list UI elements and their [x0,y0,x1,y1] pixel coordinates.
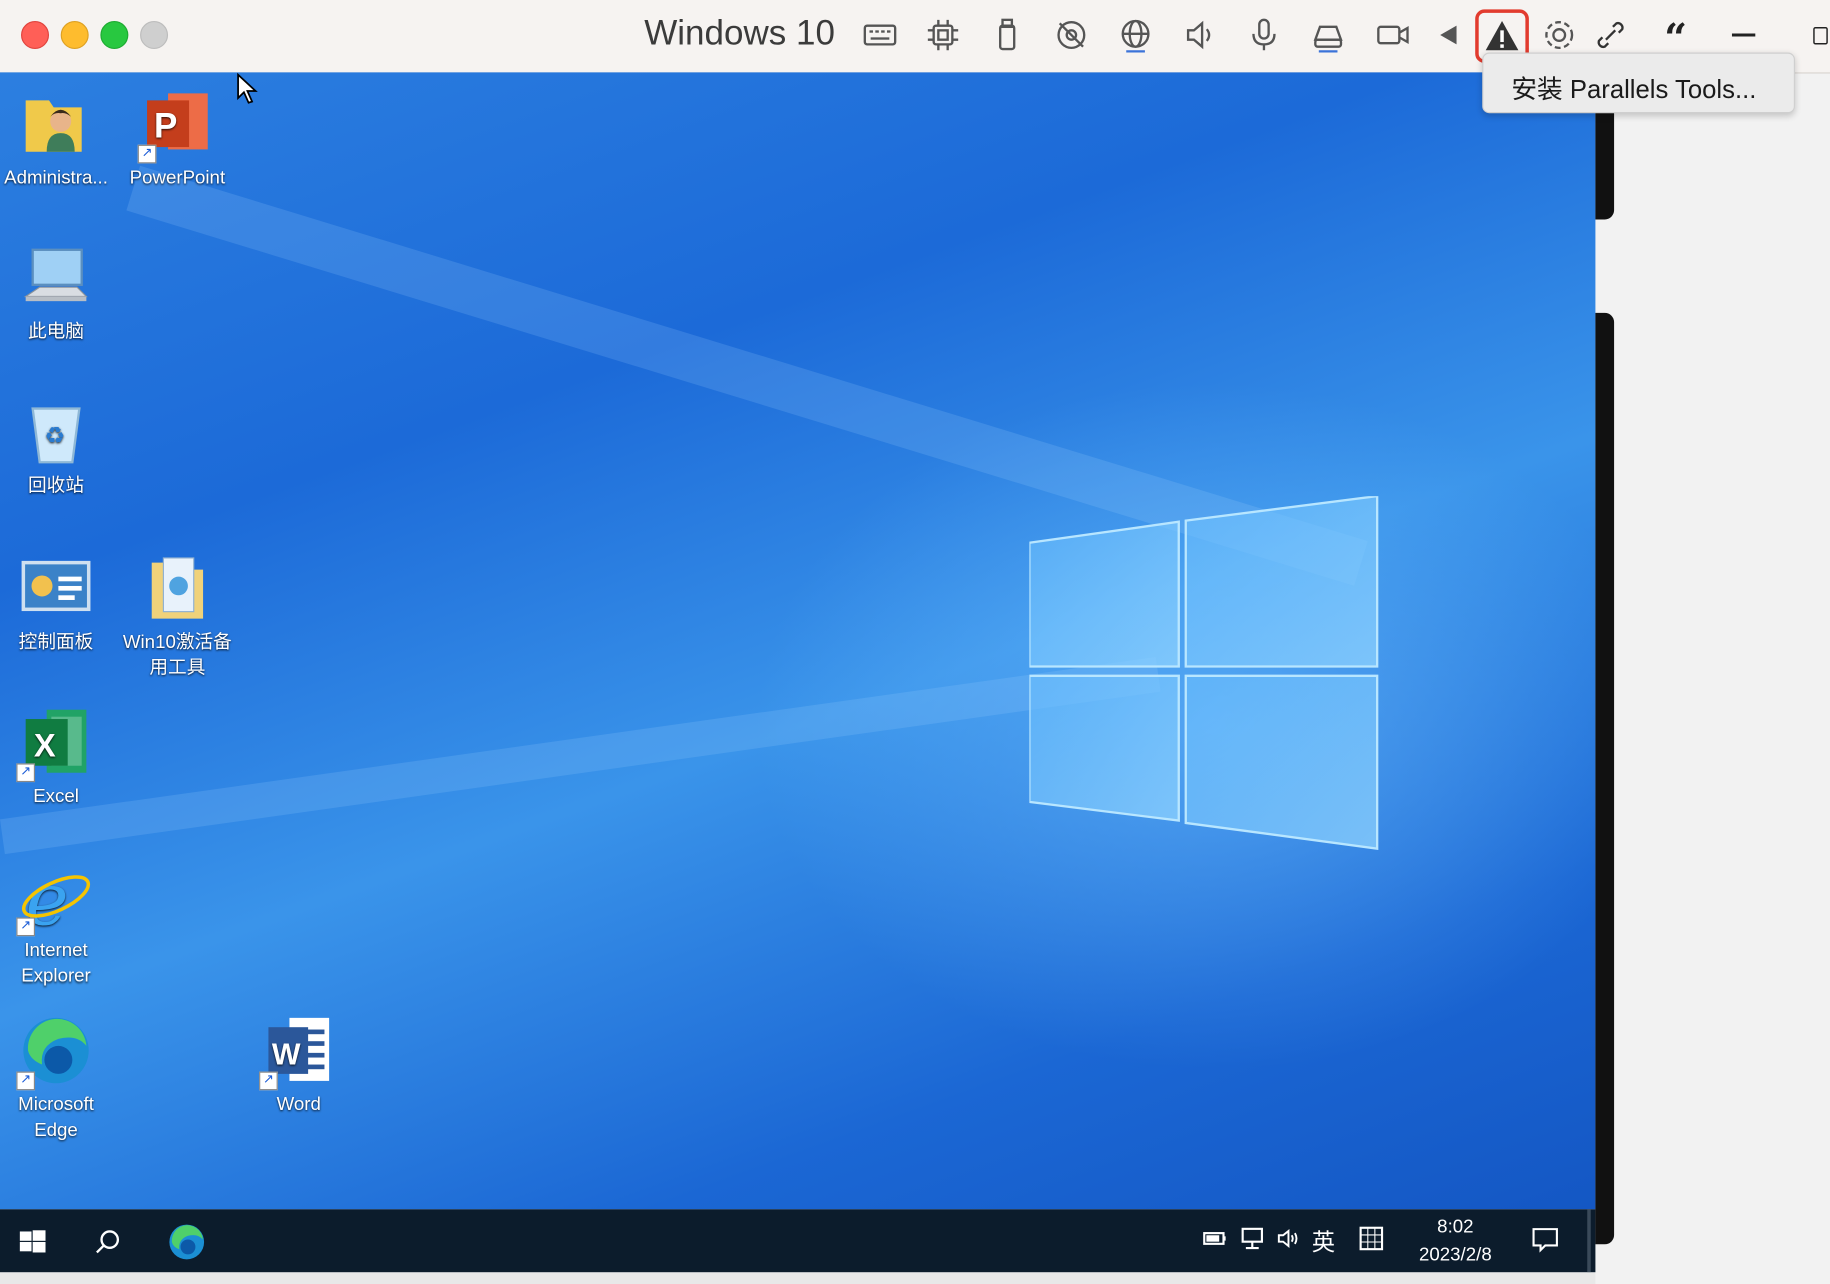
svg-text:♻: ♻ [44,422,65,450]
desktop-icon-internet-explorer[interactable]: e ↗ Internet Explorer [0,858,112,990]
powerpoint-icon: P ↗ [137,86,215,164]
icon-label: Word [276,1094,321,1115]
host-window-strip [0,1272,1596,1284]
desktop-icon-control-panel[interactable]: 控制面板 [0,551,112,656]
icon-label: PowerPoint [129,168,226,188]
internet-explorer-icon: e ↗ [16,858,94,942]
minimize-window-button[interactable] [60,21,89,50]
shortcut-arrow-icon: ↗ [259,1071,278,1091]
clock[interactable]: 8:02 2023/2/8 [1406,1214,1504,1270]
network-icon[interactable] [1239,1226,1265,1259]
shortcut-arrow-icon: ↗ [16,1071,36,1091]
windows-taskbar: 英 8:02 2023/2/8 [0,1209,1596,1273]
shortcut-arrow-icon: ↗ [16,763,36,783]
window-edge [1595,312,1615,1245]
tool-folder-icon [140,551,215,626]
clock-time: 8:02 [1437,1217,1474,1238]
desktop-icon-microsoft-edge[interactable]: ↗ Microsoft Edge [0,1013,112,1144]
control-panel-icon [19,551,94,626]
volume-icon[interactable] [1276,1226,1302,1259]
desktop-icon-this-pc[interactable]: 此电脑 [0,240,112,345]
shortcut-arrow-icon: ↗ [16,917,36,937]
windows-desktop: Administra... P ↗ PowerPoint 此电脑 ♻ 回收站 控… [0,72,1596,1210]
computer-icon [19,240,94,315]
excel-icon: X ↗ [16,705,94,783]
desktop-icon-excel[interactable]: X ↗ Excel [0,705,112,810]
icon-label: Win10激活备用工具 [122,632,232,679]
ime-grid-icon[interactable] [1358,1226,1384,1259]
windows-logo [1029,496,1379,850]
search-icon[interactable] [86,1221,128,1263]
svg-text:“: “ [1664,16,1687,53]
edge-icon: ↗ [16,1013,94,1091]
desktop-icon-recycle-bin[interactable]: ♻ 回收站 [0,395,112,500]
minimize-icon[interactable] [1720,14,1767,56]
globe-icon[interactable] [1112,14,1159,56]
show-desktop-button[interactable] [1587,1209,1591,1273]
ime-language-indicator[interactable]: 英 [1312,1223,1335,1257]
icon-label: 控制面板 [18,632,94,653]
battery-icon[interactable] [1202,1226,1228,1259]
svg-text:W: W [272,1039,301,1072]
icon-label: 回收站 [27,476,85,497]
speaker-icon[interactable] [1176,14,1223,56]
notes-icon[interactable] [1807,14,1830,56]
icon-label: Microsoft Edge [18,1094,94,1141]
zoom-disabled-button [140,21,169,50]
windows-start-icon[interactable] [12,1221,54,1263]
desktop-icon-administrator[interactable]: Administra... [0,86,112,191]
keyboard-icon[interactable] [857,14,904,56]
edge-icon[interactable] [166,1221,208,1263]
quote-icon[interactable]: “ [1655,14,1702,56]
icon-label: Administra... [4,168,108,188]
gear-icon[interactable] [1536,14,1583,56]
mouse-cursor-icon [237,72,258,104]
icon-label: Internet Explorer [21,940,91,987]
desktop-icon-win10-tool[interactable]: Win10激活备用工具 [121,551,233,682]
notification-center-icon[interactable] [1531,1226,1559,1261]
icon-label: Excel [33,786,79,807]
clock-date: 2023/2/8 [1419,1245,1492,1266]
warning-icon [1485,21,1519,51]
light-beam [0,656,1161,855]
close-window-button[interactable] [21,21,50,50]
link-icon[interactable] [1587,14,1634,56]
cpu-icon[interactable] [920,14,967,56]
arrow-left-icon[interactable] [1424,14,1471,56]
usb-icon[interactable] [984,14,1031,56]
svg-text:X: X [34,726,56,763]
recycle-bin-icon: ♻ [19,395,94,470]
icon-label: 此电脑 [27,322,85,343]
window-title: Windows 10 [644,14,835,53]
drive-icon[interactable] [1305,14,1352,56]
fullscreen-window-button[interactable] [100,21,129,50]
shortcut-arrow-icon: ↗ [137,144,157,164]
parallels-tools-tooltip[interactable]: 安装 Parallels Tools... [1482,52,1795,114]
word-icon: W ↗ [259,1013,336,1091]
user-folder-icon [19,86,94,161]
microphone-icon[interactable] [1241,14,1288,56]
desktop-icon-word[interactable]: W ↗ Word [243,1013,355,1118]
svg-text:P: P [154,107,177,146]
video-camera-icon[interactable] [1369,14,1416,56]
camera-disabled-icon[interactable] [1048,14,1095,56]
desktop-icon-powerpoint[interactable]: P ↗ PowerPoint [121,86,233,191]
